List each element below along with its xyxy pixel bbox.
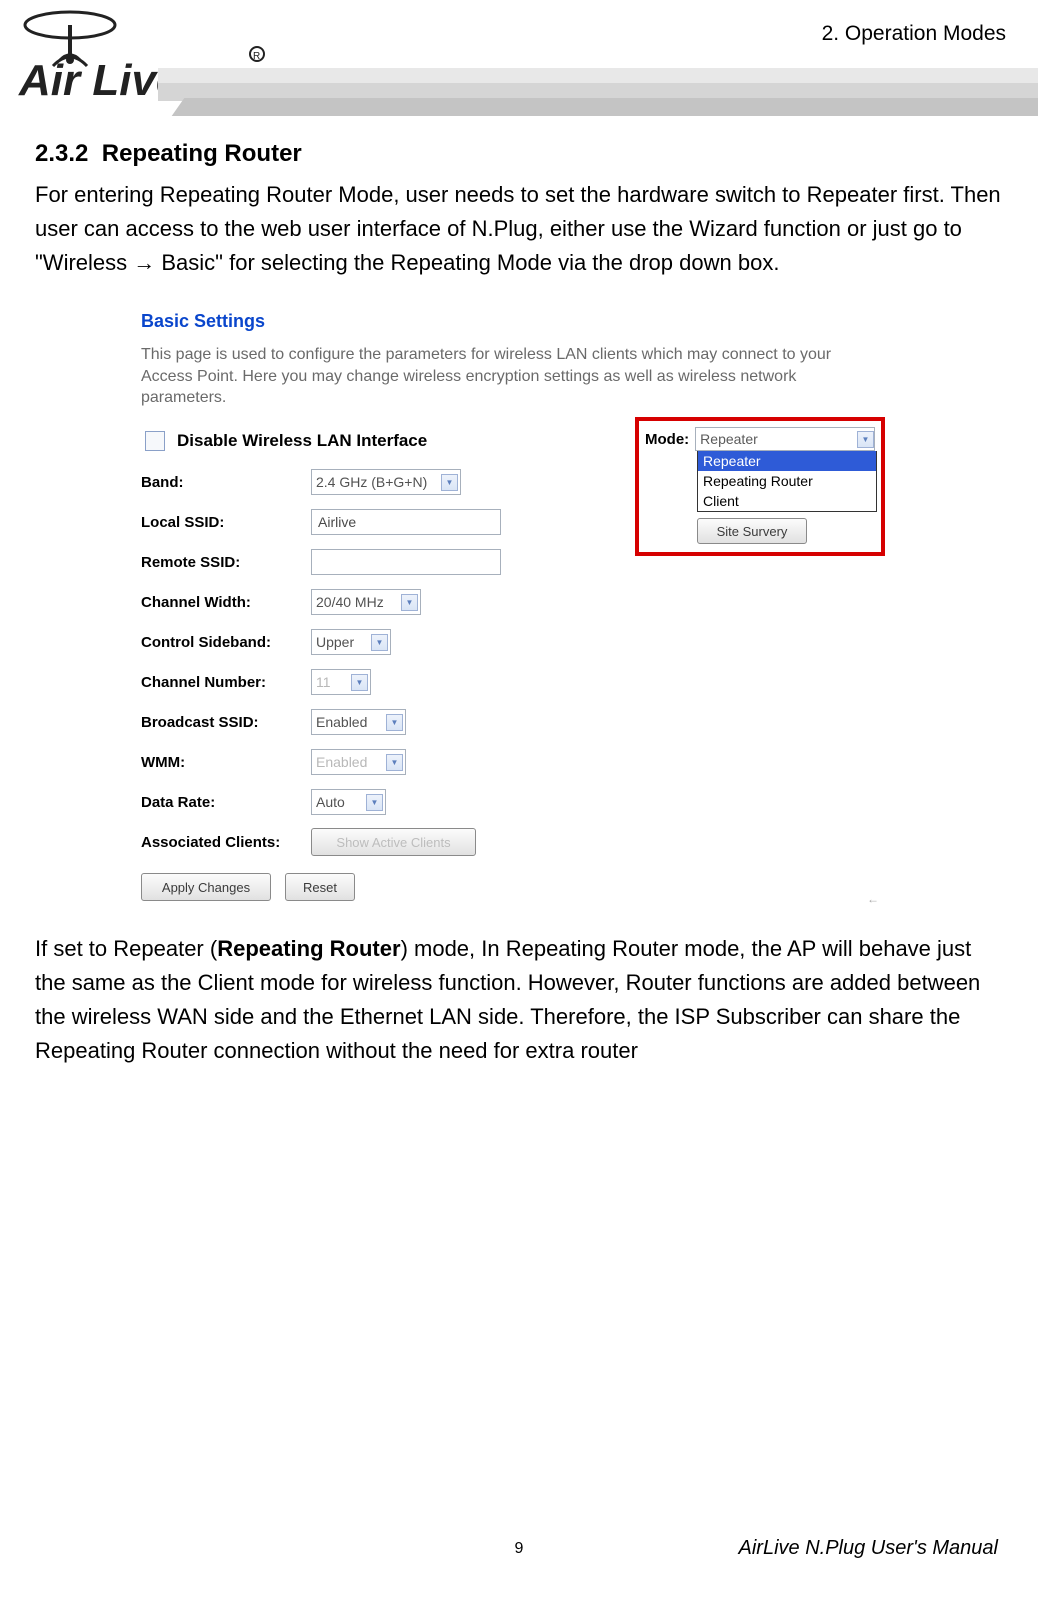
chevron-down-icon: ▼ [386,754,403,771]
mode-select[interactable]: Repeater ▼ [695,427,875,451]
channel-number-value: 11 [316,674,331,690]
control-sideband-value: Upper [316,634,354,650]
data-rate-select[interactable]: Auto ▼ [311,789,386,815]
broadcast-ssid-select[interactable]: Enabled ▼ [311,709,406,735]
wmm-value: Enabled [316,754,367,770]
broadcast-ssid-label: Broadcast SSID: [141,714,311,731]
mode-option-repeating-router[interactable]: Repeating Router [698,471,876,491]
manual-name: AirLive N.Plug User's Manual [739,1537,998,1560]
chapter-label: 2. Operation Modes [822,22,1006,46]
chevron-down-icon: ▼ [366,794,383,811]
mode-selected-value: Repeater [700,431,758,447]
mode-dropdown-list: Repeater Repeating Router Client [697,451,877,512]
channel-width-value: 20/40 MHz [316,594,384,610]
header-swoosh [158,63,1038,123]
band-select[interactable]: 2.4 GHz (B+G+N) ▼ [311,469,461,495]
after-text-pre: If set to Repeater ( [35,936,217,961]
data-rate-value: Auto [316,794,345,810]
band-value: 2.4 GHz (B+G+N) [316,474,427,490]
screenshot-title: Basic Settings [141,311,869,332]
apply-changes-button[interactable]: Apply Changes [141,873,271,901]
data-rate-label: Data Rate: [141,794,311,811]
basic-settings-screenshot: Basic Settings This page is used to conf… [120,300,890,917]
chevron-down-icon: ▼ [371,634,388,651]
mode-label: Mode: [645,431,689,448]
channel-width-select[interactable]: 20/40 MHz ▼ [311,589,421,615]
section-number: 2.3.2 [35,140,88,167]
screenshot-description: This page is used to configure the param… [141,344,869,409]
site-survey-button[interactable]: Site Survery [697,518,807,544]
mode-highlight-box: Mode: Repeater ▼ Repeater Repeating Rout… [635,417,885,556]
page-number: 9 [515,1540,524,1558]
section-title: Repeating Router [102,140,302,167]
chevron-down-icon: ▼ [857,431,874,448]
chevron-down-icon: ▼ [386,714,403,731]
reset-button[interactable]: Reset [285,873,355,901]
local-ssid-input[interactable]: Airlive [311,509,501,535]
disable-wlan-checkbox[interactable] [145,431,165,451]
control-sideband-label: Control Sideband: [141,634,311,651]
show-active-clients-button: Show Active Clients [311,828,476,856]
channel-number-select: 11 ▼ [311,669,371,695]
associated-clients-label: Associated Clients: [141,834,311,851]
page-footer: 9 AirLive N.Plug User's Manual [0,1537,1038,1560]
after-text-bold: Repeating Router [217,936,400,961]
svg-text:R: R [253,51,260,62]
section-intro: For entering Repeating Router Mode, user… [35,178,1003,280]
back-arrow-icon: ← [867,892,879,906]
mode-option-client[interactable]: Client [698,491,876,511]
control-sideband-select[interactable]: Upper ▼ [311,629,391,655]
local-ssid-value: Airlive [318,514,356,530]
svg-text:Air Live: Air Live [18,56,180,105]
mode-option-repeater[interactable]: Repeater [698,451,876,471]
remote-ssid-input[interactable] [311,549,501,575]
after-screenshot-text: If set to Repeater (Repeating Router) mo… [35,932,1003,1068]
chevron-down-icon: ▼ [351,674,368,691]
chevron-down-icon: ▼ [401,594,418,611]
section-heading: 2.3.2 Repeating Router [35,140,1003,168]
chevron-down-icon: ▼ [441,474,458,491]
band-label: Band: [141,474,311,491]
local-ssid-label: Local SSID: [141,514,311,531]
disable-wlan-label: Disable Wireless LAN Interface [177,431,427,451]
broadcast-ssid-value: Enabled [316,714,367,730]
channel-number-label: Channel Number: [141,674,311,691]
channel-width-label: Channel Width: [141,594,311,611]
remote-ssid-label: Remote SSID: [141,554,311,571]
wmm-select: Enabled ▼ [311,749,406,775]
wmm-label: WMM: [141,754,311,771]
